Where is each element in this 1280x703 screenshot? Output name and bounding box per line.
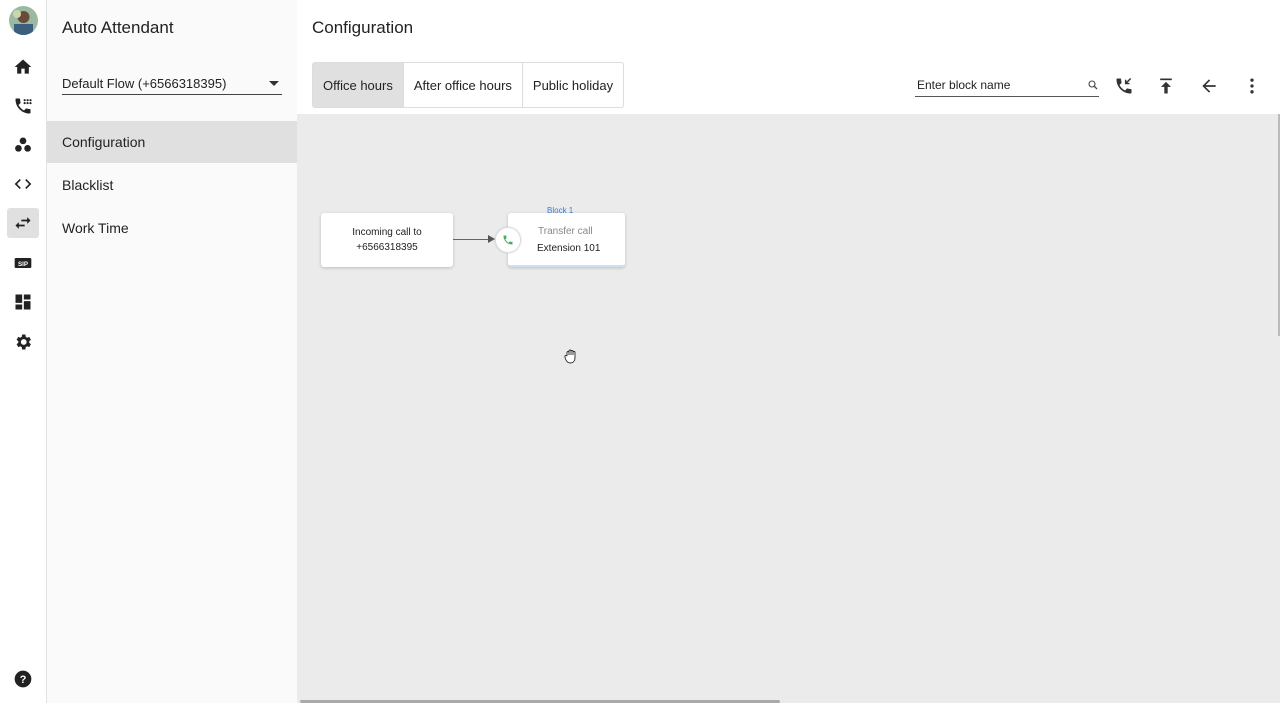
page-title: Configuration (312, 18, 414, 37)
caret-down-icon (269, 80, 279, 86)
dashboard-icon[interactable] (7, 287, 39, 317)
sidebar-item-label: Work Time (62, 220, 129, 236)
contacts-icon[interactable] (7, 130, 39, 160)
flow-connector (453, 239, 493, 240)
sidebar-item-label: Blacklist (62, 177, 114, 193)
tab-after-office-hours[interactable]: After office hours (404, 63, 523, 107)
flow-select-value: Default Flow (+6566318395) (62, 75, 227, 91)
search-icon[interactable] (1087, 79, 1099, 91)
incoming-call-line1: Incoming call to (352, 227, 422, 238)
block-search (915, 74, 1099, 97)
more-vert-icon[interactable] (1240, 74, 1264, 98)
home-icon[interactable] (7, 52, 39, 82)
secondary-sidebar: Auto Attendant Default Flow (+6566318395… (47, 0, 297, 703)
tab-public-holiday[interactable]: Public holiday (523, 63, 623, 107)
block-search-input[interactable] (915, 78, 1079, 92)
sidebar-title: Auto Attendant (62, 18, 174, 37)
schedule-tabs: Office hours After office hours Public h… (312, 62, 625, 108)
flow-select[interactable]: Default Flow (+6566318395) (62, 72, 282, 95)
sidebar-item-label: Configuration (62, 134, 146, 150)
tab-label: After office hours (413, 77, 512, 93)
transfer-call-block[interactable]: Transfer call Extension 101 (508, 213, 625, 267)
move-to-top-icon[interactable] (1154, 74, 1178, 98)
phone-icon[interactable] (7, 91, 39, 121)
code-icon[interactable] (7, 169, 39, 199)
incoming-call-icon[interactable] (1112, 74, 1136, 98)
svg-text:?: ? (20, 674, 27, 686)
sip-icon[interactable]: SIP (7, 248, 39, 278)
sidebar-item-blacklist[interactable]: Blacklist (47, 164, 297, 206)
flow-canvas[interactable] (297, 114, 1280, 703)
back-arrow-icon[interactable] (1197, 74, 1221, 98)
incoming-call-number: +6566318395 (356, 242, 418, 253)
sidebar-item-work-time[interactable]: Work Time (47, 207, 297, 249)
block-detail: Extension 101 (537, 243, 601, 254)
tab-label: Public holiday (532, 77, 614, 93)
block-type: Transfer call (538, 226, 593, 237)
help-icon[interactable]: ? (7, 664, 39, 694)
settings-icon[interactable] (7, 327, 39, 357)
sidebar-item-configuration[interactable]: Configuration (47, 121, 297, 163)
avatar[interactable] (9, 6, 38, 35)
tab-office-hours[interactable]: Office hours (313, 63, 404, 107)
phone-icon (495, 227, 521, 253)
transfer-icon[interactable] (7, 208, 39, 238)
incoming-call-node[interactable]: Incoming call to +6566318395 (321, 213, 453, 267)
tab-label: Office hours (323, 77, 393, 93)
arrow-head-icon (488, 235, 495, 243)
icon-rail: SIP ? (0, 0, 47, 703)
sip-label: SIP (18, 261, 28, 268)
grab-cursor-icon (564, 348, 578, 364)
